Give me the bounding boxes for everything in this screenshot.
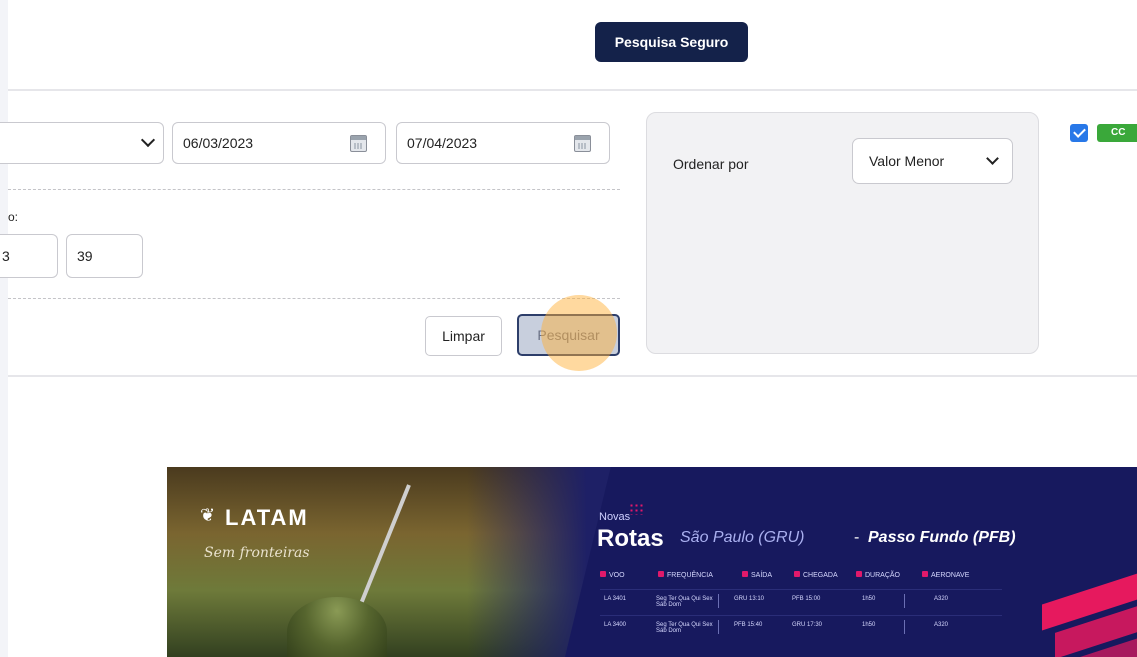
frequency: Seg Ter Qua Qui Sex Sáb Dom [656,622,713,634]
clear-button[interactable]: Limpar [425,316,502,356]
flight-number: LA 3400 [604,622,627,628]
cell-divider [718,620,719,634]
table-row: LA 3401 Seg Ter Qua Qui Sex Sáb Dom GRU … [600,589,1002,611]
route-origin: São Paulo (GRU) [680,529,805,546]
dots-icon [629,503,645,515]
option-checkbox[interactable] [1070,124,1088,142]
start-date-field[interactable]: 06/03/2023 [172,122,386,164]
cell-divider [718,594,719,608]
route-separator: - [854,529,860,546]
cell-divider [904,620,905,634]
section-divider [8,189,620,190]
sort-select-value: Valor Menor [869,153,945,169]
aircraft: A320 [934,622,949,628]
search-button[interactable]: Pesquisar [517,314,620,356]
section-divider [8,298,620,299]
header-divider [8,89,1137,91]
end-date-field[interactable]: 07/04/2023 [396,122,610,164]
number-field-2-value: 39 [77,248,93,264]
number-field-1-value: 3 [2,248,10,264]
column-header: FREQUÊNCIA [658,571,713,579]
chevron-down-icon [140,132,156,148]
banner-rotas: Rotas [597,525,664,552]
departure: PFB 15:40 [734,622,763,628]
status-badge: CC [1097,124,1137,142]
duration: 1h50 [862,622,876,628]
departure: GRU 13:10 [734,596,765,602]
latam-logo-icon: ❦ [200,505,216,525]
column-header: DURAÇÃO [856,571,900,579]
latam-tagline: Sem fronteiras [204,545,310,561]
aircraft: A320 [934,596,949,602]
table-row: LA 3400 Seg Ter Qua Qui Sex Sáb Dom PFB … [600,615,1002,637]
latam-logo: LATAM [225,505,309,530]
sort-select[interactable]: Valor Menor [852,138,1013,184]
start-date-value: 06/03/2023 [183,135,254,151]
column-header: SAÍDA [742,571,772,579]
arrival: PFB 15:00 [792,596,821,602]
route-destination: Passo Fundo (PFB) [868,529,1016,546]
content-divider [8,375,1137,377]
duration: 1h50 [862,596,876,602]
sort-label: Ordenar por [673,156,749,172]
latam-promo-banner[interactable]: ❦ LATAM Sem fronteiras Novas Rotas São P… [167,467,1137,657]
column-header: AERONAVE [922,571,969,579]
chevron-down-icon [986,152,999,165]
sort-panel: Ordenar por Valor Menor [646,112,1039,354]
column-header: CHEGADA [794,571,838,579]
arrival: GRU 17:30 [792,622,823,628]
origin-select[interactable] [0,122,164,164]
flight-number: LA 3401 [604,596,627,602]
banner-novas: Novas [599,511,631,523]
number-field-1[interactable]: 3 [0,234,58,278]
cell-divider [904,594,905,608]
number-field-2[interactable]: 39 [66,234,143,278]
column-header: VOO [600,571,625,579]
end-date-value: 07/04/2023 [407,135,478,151]
calendar-icon[interactable] [350,135,367,152]
passenger-label: o: [8,210,19,224]
insurance-search-button[interactable]: Pesquisa Seguro [595,22,748,62]
calendar-icon[interactable] [574,135,591,152]
frequency: Seg Ter Qua Qui Sex Sáb Dom [656,596,713,608]
